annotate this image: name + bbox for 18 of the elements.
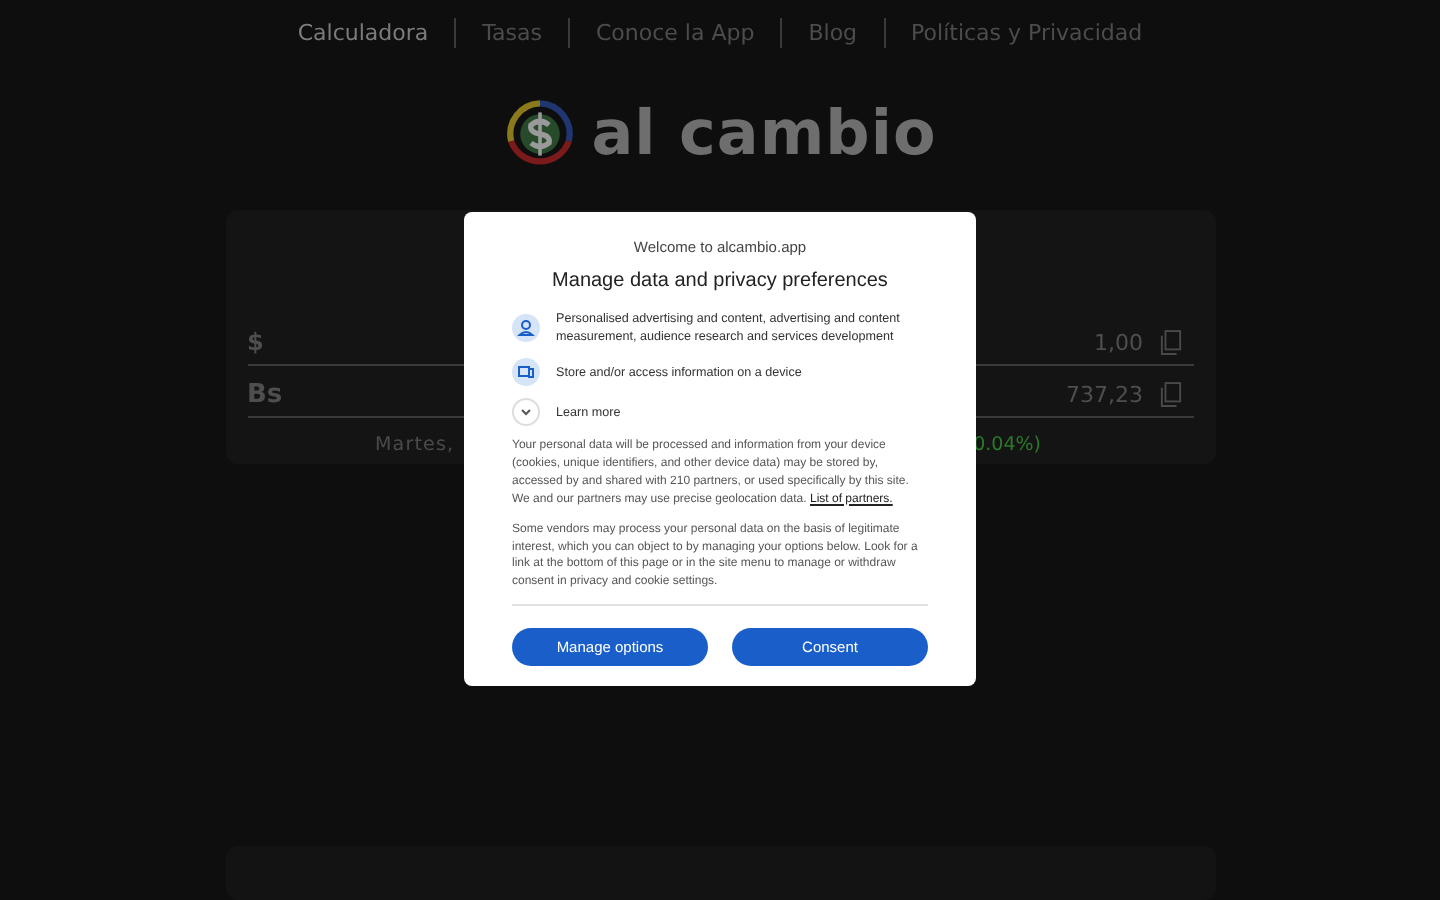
nav-link[interactable]: Calculadora — [297, 20, 429, 47]
chevron-down-icon[interactable] — [512, 398, 540, 426]
logo-text: al cambio — [591, 98, 937, 171]
copy-icon[interactable] — [1159, 381, 1181, 408]
person-icon — [512, 314, 540, 342]
nav-link[interactable]: Políticas y Privacidad — [911, 20, 1143, 47]
copy-icon[interactable] — [1159, 329, 1181, 356]
amount-value[interactable]: 737,23 — [1066, 381, 1143, 408]
logo-icon — [503, 98, 576, 171]
dialog-title: Manage data and privacy preferences — [550, 270, 890, 292]
nav-link[interactable]: Blog — [808, 20, 858, 47]
nav-link[interactable]: Conoce la App — [596, 20, 755, 47]
rate-change: 0.04%) — [973, 434, 1041, 457]
nav-link[interactable]: Tasas — [482, 20, 542, 47]
device-icon — [512, 358, 540, 386]
currency-label: Bs — [247, 379, 283, 410]
amount-value[interactable]: 1,00 — [1094, 329, 1143, 356]
currency-label: $ — [247, 328, 264, 357]
